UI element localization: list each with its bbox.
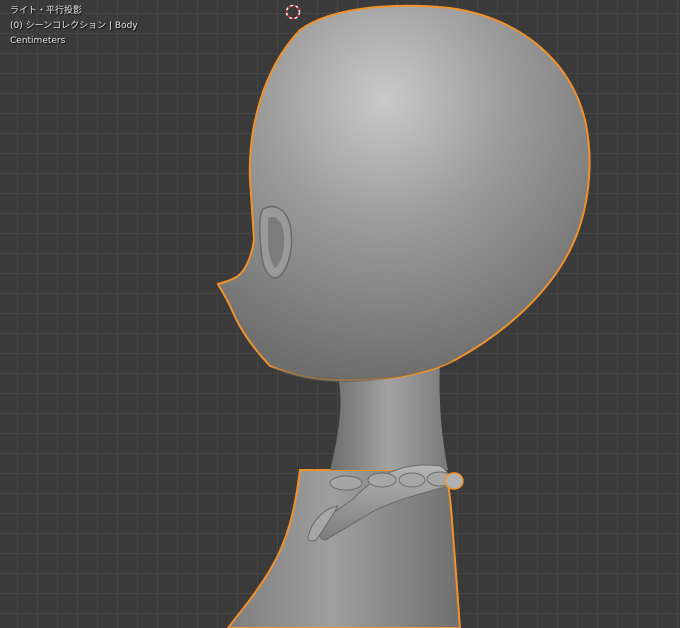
units-label: Centimeters xyxy=(10,36,66,46)
model-render xyxy=(216,4,591,628)
viewport-info-overlay: ライト・平行投影 (0) シーンコレクション | Body Centimeter… xyxy=(10,4,138,49)
3d-cursor-icon[interactable] xyxy=(285,4,301,20)
3d-viewport[interactable]: ライト・平行投影 (0) シーンコレクション | Body Centimeter… xyxy=(0,0,680,628)
view-name: ライト・平行投影 xyxy=(10,6,83,16)
head xyxy=(216,4,591,382)
torso xyxy=(226,469,462,628)
collection-info: (0) シーンコレクション | Body xyxy=(10,21,138,31)
